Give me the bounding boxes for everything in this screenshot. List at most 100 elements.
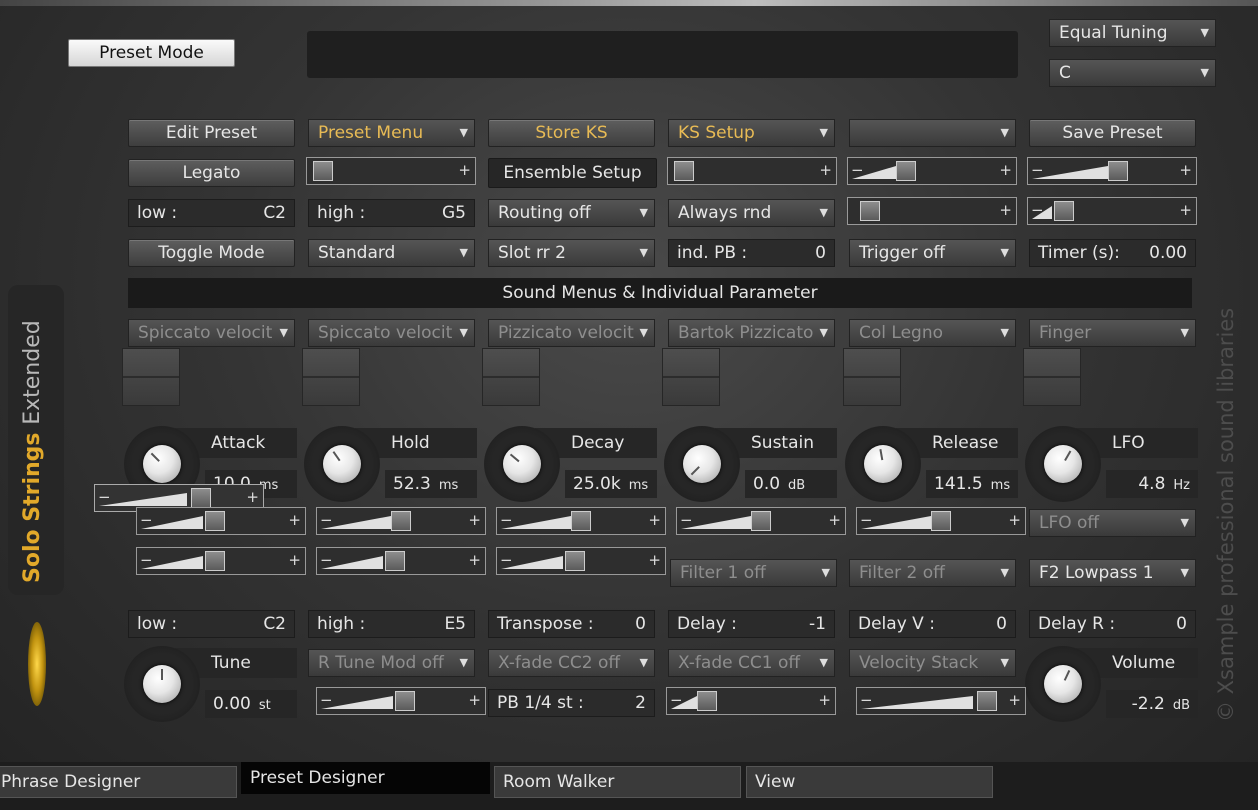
low-key-field[interactable]: low : C2 — [128, 199, 295, 227]
plus-icon[interactable]: + — [1179, 198, 1192, 222]
plus-icon[interactable]: + — [288, 548, 301, 572]
slider-handle[interactable] — [896, 161, 916, 181]
sound-menu-5[interactable]: Col Legno ▼ — [849, 319, 1016, 347]
plus-icon[interactable]: + — [468, 508, 481, 532]
slider-handle[interactable] — [931, 511, 951, 531]
velocity-stack-menu[interactable]: Velocity Stack ▼ — [849, 649, 1016, 677]
tune-knob[interactable] — [124, 646, 200, 722]
key-menu[interactable]: C ▼ — [1049, 59, 1216, 87]
lfo-menu[interactable]: LFO off ▼ — [1029, 509, 1196, 537]
plus-icon[interactable]: + — [246, 485, 259, 509]
sound-menu-4[interactable]: Bartok Pizzicato ▼ — [668, 319, 835, 347]
tab-preset-designer[interactable]: Preset Designer — [241, 762, 490, 794]
slider-row2-3[interactable]: − + — [847, 157, 1017, 185]
f2-type-menu[interactable]: F2 Lowpass 1 ▼ — [1029, 559, 1196, 587]
env-slider-1b[interactable]: − + — [136, 547, 306, 575]
slider-handle[interactable] — [385, 551, 405, 571]
slider-row2-1[interactable]: + — [306, 157, 476, 185]
velocity-slider[interactable]: − + — [856, 687, 1026, 715]
xfade-cc2-menu[interactable]: X-fade CC2 off ▼ — [488, 649, 655, 677]
lfo-knob[interactable] — [1025, 426, 1101, 502]
env-slider-2b[interactable]: − + — [316, 547, 486, 575]
slider-handle[interactable] — [313, 161, 333, 181]
preset-menu[interactable]: Preset Menu ▼ — [308, 119, 475, 147]
sound-menu-1[interactable]: Spiccato velocit ▼ — [128, 319, 295, 347]
xfade-slider[interactable]: − + — [666, 687, 836, 715]
env-slider-3b[interactable]: − + — [496, 547, 666, 575]
slider-handle[interactable] — [1054, 201, 1074, 221]
toggle-mode-button[interactable]: Toggle Mode — [128, 239, 295, 267]
filter1-menu[interactable]: Filter 1 off ▼ — [670, 559, 837, 587]
slider-row2-2[interactable]: + — [667, 157, 837, 185]
slider-row2-4[interactable]: − + — [1027, 157, 1197, 185]
sound-toggle-2[interactable] — [302, 348, 360, 406]
slider-handle[interactable] — [395, 691, 415, 711]
sound-toggle-6[interactable] — [1023, 348, 1081, 406]
plus-icon[interactable]: + — [468, 548, 481, 572]
slider-handle[interactable] — [1108, 161, 1128, 181]
plus-icon[interactable]: + — [999, 158, 1012, 182]
tab-room-walker[interactable]: Room Walker — [494, 766, 741, 798]
r-tune-slider[interactable]: − + — [316, 687, 486, 715]
env-slider-1a[interactable]: − + — [136, 507, 306, 535]
trigger-menu[interactable]: Trigger off ▼ — [849, 239, 1016, 267]
blank-menu[interactable]: ▼ — [849, 119, 1016, 147]
sound-toggle-3[interactable] — [482, 348, 540, 406]
pb-field[interactable]: PB 1/4 st : 2 — [488, 689, 655, 717]
tab-phrase-designer[interactable]: Phrase Designer — [0, 766, 237, 798]
slider-handle[interactable] — [191, 488, 211, 508]
tuning-menu[interactable]: Equal Tuning ▼ — [1049, 19, 1216, 47]
volume-knob[interactable] — [1025, 646, 1101, 722]
range-high-field[interactable]: high : E5 — [308, 610, 475, 638]
hold-knob[interactable] — [304, 426, 380, 502]
ind-pb-field[interactable]: ind. PB : 0 — [668, 239, 835, 267]
slider-handle[interactable] — [571, 511, 591, 531]
ensemble-setup-button[interactable]: Ensemble Setup — [488, 158, 657, 188]
range-low-field[interactable]: low : C2 — [128, 610, 295, 638]
save-preset-button[interactable]: Save Preset — [1029, 119, 1196, 147]
sound-toggle-4[interactable] — [662, 348, 720, 406]
release-knob[interactable] — [845, 426, 921, 502]
slider-handle[interactable] — [674, 161, 694, 181]
edit-preset-button[interactable]: Edit Preset — [128, 119, 295, 147]
env-slider-2a[interactable]: − + — [316, 507, 486, 535]
slider-handle[interactable] — [391, 511, 411, 531]
sound-menu-2[interactable]: Spiccato velocit ▼ — [308, 319, 475, 347]
slider-handle[interactable] — [565, 551, 585, 571]
slider-handle[interactable] — [860, 201, 880, 221]
sound-toggle-5[interactable] — [843, 348, 901, 406]
preset-mode-button[interactable]: Preset Mode — [68, 39, 235, 67]
plus-icon[interactable]: + — [648, 548, 661, 572]
plus-icon[interactable]: + — [1179, 158, 1192, 182]
standard-menu[interactable]: Standard ▼ — [308, 239, 475, 267]
decay-knob[interactable] — [484, 426, 560, 502]
sound-toggle-1[interactable] — [122, 348, 180, 406]
slider-handle[interactable] — [205, 511, 225, 531]
slider-handle[interactable] — [751, 511, 771, 531]
ks-setup-menu[interactable]: KS Setup ▼ — [668, 119, 835, 147]
slider-handle[interactable] — [697, 691, 717, 711]
delay-r-field[interactable]: Delay R : 0 — [1029, 610, 1196, 638]
delay-field[interactable]: Delay : -1 — [668, 610, 835, 638]
xfade-cc1-menu[interactable]: X-fade CC1 off ▼ — [668, 649, 835, 677]
legato-button[interactable]: Legato — [128, 159, 295, 187]
plus-icon[interactable]: + — [999, 198, 1012, 222]
slider-row3-2[interactable]: − + — [1027, 197, 1197, 225]
plus-icon[interactable]: + — [288, 508, 301, 532]
env-slider-5a[interactable]: − + — [856, 507, 1026, 535]
always-rnd-menu[interactable]: Always rnd ▼ — [668, 199, 835, 227]
sound-menu-3[interactable]: Pizzicato velocit ▼ — [488, 319, 655, 347]
slider-handle[interactable] — [977, 691, 997, 711]
routing-menu[interactable]: Routing off ▼ — [488, 199, 655, 227]
transpose-field[interactable]: Transpose : 0 — [488, 610, 655, 638]
sustain-knob[interactable] — [664, 426, 740, 502]
high-key-field[interactable]: high : G5 — [308, 199, 475, 227]
plus-icon[interactable]: + — [458, 158, 471, 182]
store-ks-button[interactable]: Store KS — [488, 119, 655, 147]
r-tune-mod-menu[interactable]: R Tune Mod off ▼ — [308, 649, 475, 677]
slider-row3-1[interactable]: + — [847, 197, 1017, 225]
timer-field[interactable]: Timer (s): 0.00 — [1029, 239, 1196, 267]
env-slider-4a[interactable]: − + — [676, 507, 846, 535]
plus-icon[interactable]: + — [1008, 508, 1021, 532]
plus-icon[interactable]: + — [818, 688, 831, 712]
